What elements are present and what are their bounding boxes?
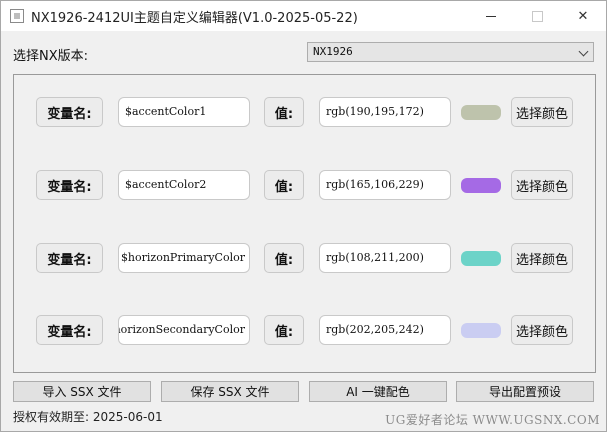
import-ssx-button[interactable]: 导入 SSX 文件 [13,381,151,402]
variable-name-label: 变量名: [36,243,103,273]
variable-name-label: 变量名: [36,170,103,200]
color-swatch [461,251,501,266]
variable-name-label: 变量名: [36,97,103,127]
variable-name-field[interactable]: $horizonSecondaryColor [118,315,250,345]
maximize-button[interactable] [514,1,560,31]
color-value-field[interactable]: rgb(108,211,200) [319,243,451,273]
title-bar[interactable]: NX1926-2412UI主题自定义编辑器(V1.0-2025-05-22) ✕ [1,1,606,31]
pick-color-button[interactable]: 选择颜色 [511,243,573,273]
app-window: NX1926-2412UI主题自定义编辑器(V1.0-2025-05-22) ✕… [0,0,607,432]
color-value-field[interactable]: rgb(190,195,172) [319,97,451,127]
pick-color-button[interactable]: 选择颜色 [511,97,573,127]
variable-row: 变量名: $accentColor2 值: rgb(165,106,229) 选… [14,170,597,200]
minimize-button[interactable] [468,1,514,31]
maximize-icon [531,10,543,22]
variables-group: 变量名: $accentColor1 值: rgb(190,195,172) 选… [13,74,596,373]
export-preset-button[interactable]: 导出配置预设 [456,381,594,402]
pick-color-button[interactable]: 选择颜色 [511,170,573,200]
chevron-down-icon [578,46,589,57]
save-ssx-button[interactable]: 保存 SSX 文件 [161,381,299,402]
color-swatch [461,323,501,338]
minimize-icon [486,15,496,17]
variable-name-field[interactable]: $horizonPrimaryColor [118,243,250,273]
watermark: UG爱好者论坛 WWW.UGSNX.COM [385,413,600,427]
variable-row: 变量名: $accentColor1 值: rgb(190,195,172) 选… [14,97,597,127]
value-label: 值: [264,97,304,127]
version-select[interactable]: NX1926 [307,42,594,62]
pick-color-button[interactable]: 选择颜色 [511,315,573,345]
ai-color-button[interactable]: AI 一键配色 [309,381,447,402]
app-icon [10,9,24,23]
value-label: 值: [264,243,304,273]
close-button[interactable]: ✕ [560,1,606,31]
version-label: 选择NX版本: [13,49,89,64]
color-value-field[interactable]: rgb(202,205,242) [319,315,451,345]
variable-row: 变量名: $horizonPrimaryColor 值: rgb(108,211… [14,243,597,273]
color-value-field[interactable]: rgb(165,106,229) [319,170,451,200]
license-expiry: 授权有效期至: 2025-06-01 [13,410,163,424]
window-title: NX1926-2412UI主题自定义编辑器(V1.0-2025-05-22) [31,11,358,26]
variable-name-label: 变量名: [36,315,103,345]
color-swatch [461,105,501,120]
value-label: 值: [264,315,304,345]
color-swatch [461,178,501,193]
variable-row: 变量名: $horizonSecondaryColor 值: rgb(202,2… [14,315,597,345]
close-icon: ✕ [577,8,589,24]
value-label: 值: [264,170,304,200]
version-selected-value: NX1926 [313,45,353,58]
variable-name-field[interactable]: $accentColor2 [118,170,250,200]
variable-name-field[interactable]: $accentColor1 [118,97,250,127]
